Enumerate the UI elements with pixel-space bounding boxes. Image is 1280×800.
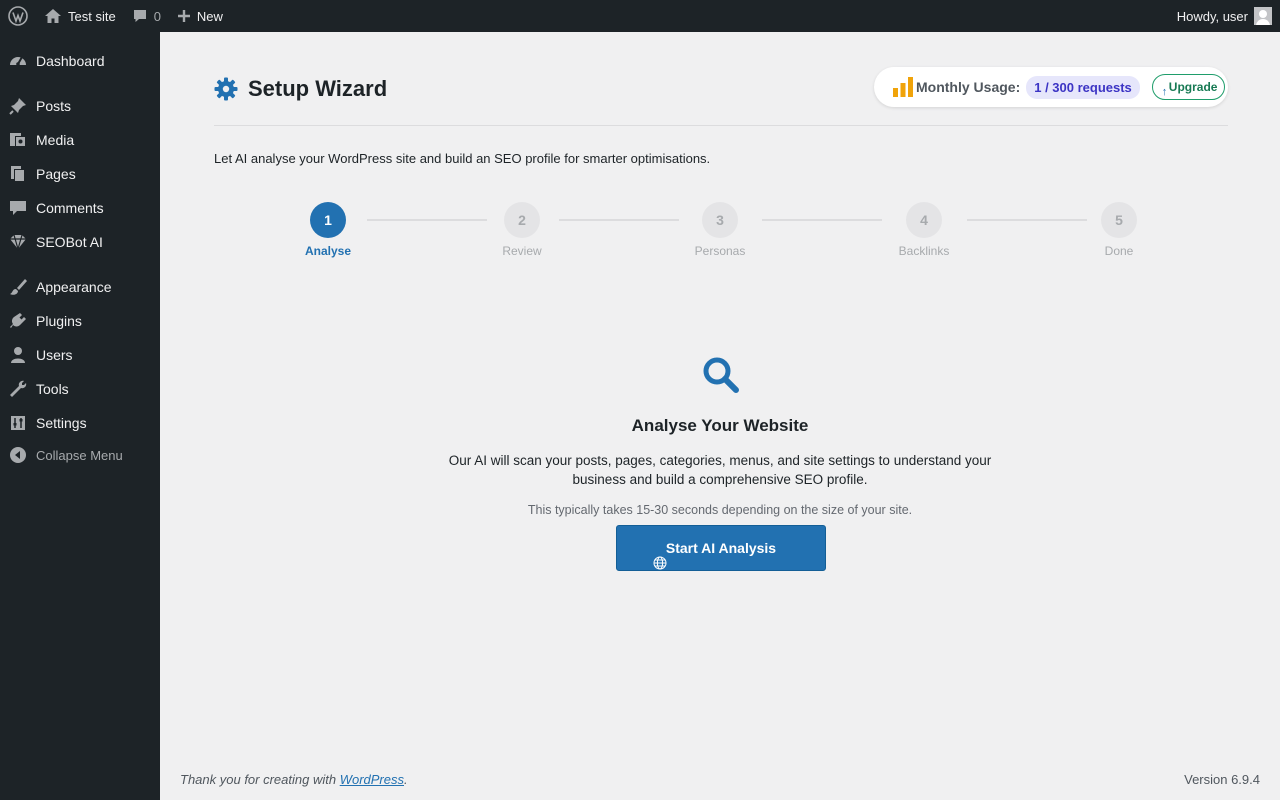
collapse-menu-label: Collapse Menu (36, 447, 123, 463)
sidebar-item-plugins[interactable]: Plugins (0, 304, 160, 338)
diamond-icon (10, 234, 26, 252)
usage-count-badge: 1 / 300 requests (1026, 75, 1140, 99)
analyse-title: Analyse Your Website (631, 416, 809, 435)
footer-thanks: Thank you for creating with WordPress. (180, 772, 408, 787)
sidebar-item-settings[interactable]: Settings (0, 406, 160, 440)
step-connector (367, 219, 487, 221)
user-icon (11, 347, 25, 363)
sliders-icon (11, 416, 25, 430)
sidebar-item-label: Comments (36, 200, 104, 216)
sidebar-item-label: Tools (36, 381, 69, 397)
step-5-label: Done (1104, 244, 1134, 258)
step-2-indicator: 2 (504, 202, 540, 238)
greeting: Howdy, user (1176, 8, 1248, 24)
wordpress-link[interactable]: WordPress (340, 772, 404, 787)
upgrade-button[interactable]: ↑ Upgrade (1151, 74, 1226, 100)
step-1-indicator: 1 (310, 202, 346, 238)
collapse-menu-button[interactable]: Collapse Menu (0, 438, 160, 472)
sidebar-item-label: Plugins (36, 313, 82, 329)
sidebar-item-label: Appearance (36, 279, 112, 295)
arrow-up-icon: ↑ (1161, 86, 1168, 98)
new-content-link[interactable]: New (169, 0, 231, 32)
site-name: Test site (68, 8, 116, 24)
sidebar-item-label: SEOBot AI (36, 234, 103, 250)
bar-chart-icon (893, 77, 913, 97)
start-button-label: Start AI Analysis (665, 540, 777, 556)
sidebar-item-label: Media (36, 132, 75, 148)
page-title: Setup Wizard (248, 76, 388, 101)
sidebar-item-dashboard[interactable]: Dashboard (0, 44, 160, 78)
step-3-label: Personas (694, 244, 746, 258)
step-connector (559, 219, 679, 221)
pin-icon (9, 98, 26, 115)
step-4-indicator: 4 (906, 202, 942, 238)
upgrade-label: Upgrade (1168, 80, 1218, 94)
comment-icon (10, 201, 26, 215)
main-content: Setup Wizard Monthly Usage: 1 / 300 requ… (160, 32, 1280, 800)
analyse-description: Our AI will scan your posts, pages, cate… (448, 453, 992, 487)
account-menu[interactable]: Howdy, user (1177, 7, 1280, 25)
step-2-label: Review (502, 244, 542, 258)
globe-icon (653, 556, 667, 570)
analyse-description-wrap: Our AI will scan your posts, pages, cate… (160, 451, 1280, 489)
collapse-arrow-icon (10, 447, 26, 463)
avatar (1254, 7, 1272, 25)
footer-thanks-prefix: Thank you for creating with (180, 772, 340, 787)
comments-link[interactable]: 0 (124, 0, 169, 32)
footer-version: Version 6.9.4 (1184, 772, 1260, 787)
new-label: New (196, 8, 223, 24)
monthly-usage-widget: Monthly Usage: 1 / 300 requests ↑ Upgrad… (874, 67, 1228, 107)
plug-icon (10, 313, 26, 328)
usage-label: Monthly Usage: (916, 79, 1021, 95)
step-1-label: Analyse (304, 244, 352, 258)
sidebar-item-posts[interactable]: Posts (0, 89, 160, 123)
brush-icon (10, 279, 27, 295)
step-3-indicator: 3 (702, 202, 738, 238)
wordpress-logo-button[interactable] (0, 0, 36, 32)
page-title-row: Setup Wizard (214, 76, 387, 102)
sidebar-item-pages[interactable]: Pages (0, 157, 160, 191)
intro-text: Let AI analyse your WordPress site and b… (214, 151, 711, 166)
sidebar-item-comments[interactable]: Comments (0, 191, 160, 225)
wrench-icon (10, 380, 27, 397)
sidebar-item-label: Dashboard (36, 53, 105, 69)
media-icon (10, 133, 26, 147)
home-icon (45, 9, 61, 23)
sidebar-item-tools[interactable]: Tools (0, 372, 160, 406)
step-connector (762, 219, 882, 221)
plus-icon (177, 10, 190, 22)
sidebar-item-users[interactable]: Users (0, 338, 160, 372)
wordpress-icon (8, 6, 28, 26)
step-5-indicator: 5 (1101, 202, 1137, 238)
sidebar-item-seobot-ai[interactable]: SEOBot AI (0, 225, 160, 259)
start-ai-analysis-button[interactable]: Start AI Analysis (616, 525, 826, 571)
search-icon (703, 357, 739, 393)
footer-thanks-suffix: . (404, 772, 408, 787)
step-connector (967, 219, 1087, 221)
sidebar-item-label: Posts (36, 98, 72, 114)
sidebar-item-media[interactable]: Media (0, 123, 160, 157)
admin-sidebar: Dashboard Posts Media Pages Comments SEO… (0, 32, 160, 800)
sidebar-item-label: Users (36, 347, 73, 363)
step-4-label: Backlinks (898, 244, 950, 258)
gear-icon (214, 77, 238, 101)
admin-bar: Test site 0 New Howdy, user (0, 0, 1280, 32)
sidebar-item-label: Pages (36, 166, 76, 182)
pages-icon (11, 166, 25, 182)
site-name-link[interactable]: Test site (36, 0, 124, 32)
sidebar-item-label: Settings (36, 415, 87, 431)
sidebar-item-appearance[interactable]: Appearance (0, 270, 160, 304)
analyse-duration-note: This typically takes 15-30 seconds depen… (527, 503, 913, 517)
comments-count: 0 (153, 8, 161, 24)
dashboard-icon (10, 56, 26, 66)
comment-icon (133, 10, 146, 22)
